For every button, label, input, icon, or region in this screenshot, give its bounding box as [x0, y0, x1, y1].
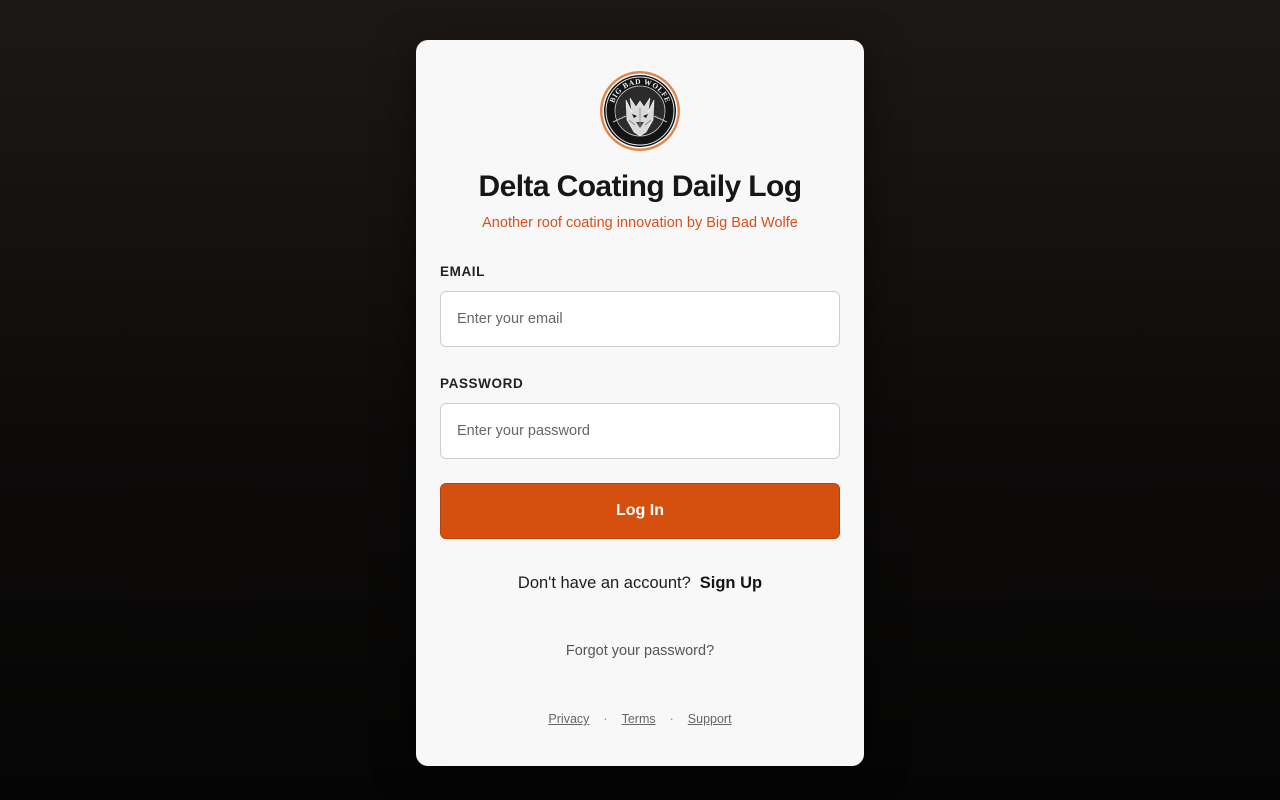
signup-link[interactable]: Sign Up [700, 574, 762, 592]
wolf-logo: BIG BAD WOLFE [600, 71, 680, 151]
page-title: Delta Coating Daily Log [478, 170, 803, 203]
forgot-password-link[interactable]: Forgot your password? [416, 643, 864, 659]
signup-row: Don't have an account? Sign Up [416, 574, 864, 593]
footer-links: Privacy · Terms · Support [416, 712, 864, 726]
signup-prompt: Don't have an account? [517, 574, 691, 592]
footer-separator: · [669, 712, 674, 726]
email-label: EMAIL [440, 264, 485, 279]
login-button[interactable]: Log In [440, 483, 840, 539]
terms-link[interactable]: Terms [622, 712, 656, 726]
support-link[interactable]: Support [688, 712, 732, 726]
login-card: BIG BAD WOLFE Delta Coating Daily Log An… [416, 40, 864, 766]
email-input[interactable] [440, 291, 840, 347]
footer-separator: · [603, 712, 608, 726]
password-input[interactable] [440, 403, 840, 459]
page-subtitle: Another roof coating innovation by Big B… [482, 215, 798, 231]
privacy-link[interactable]: Privacy [548, 712, 589, 726]
password-label: PASSWORD [440, 376, 524, 391]
